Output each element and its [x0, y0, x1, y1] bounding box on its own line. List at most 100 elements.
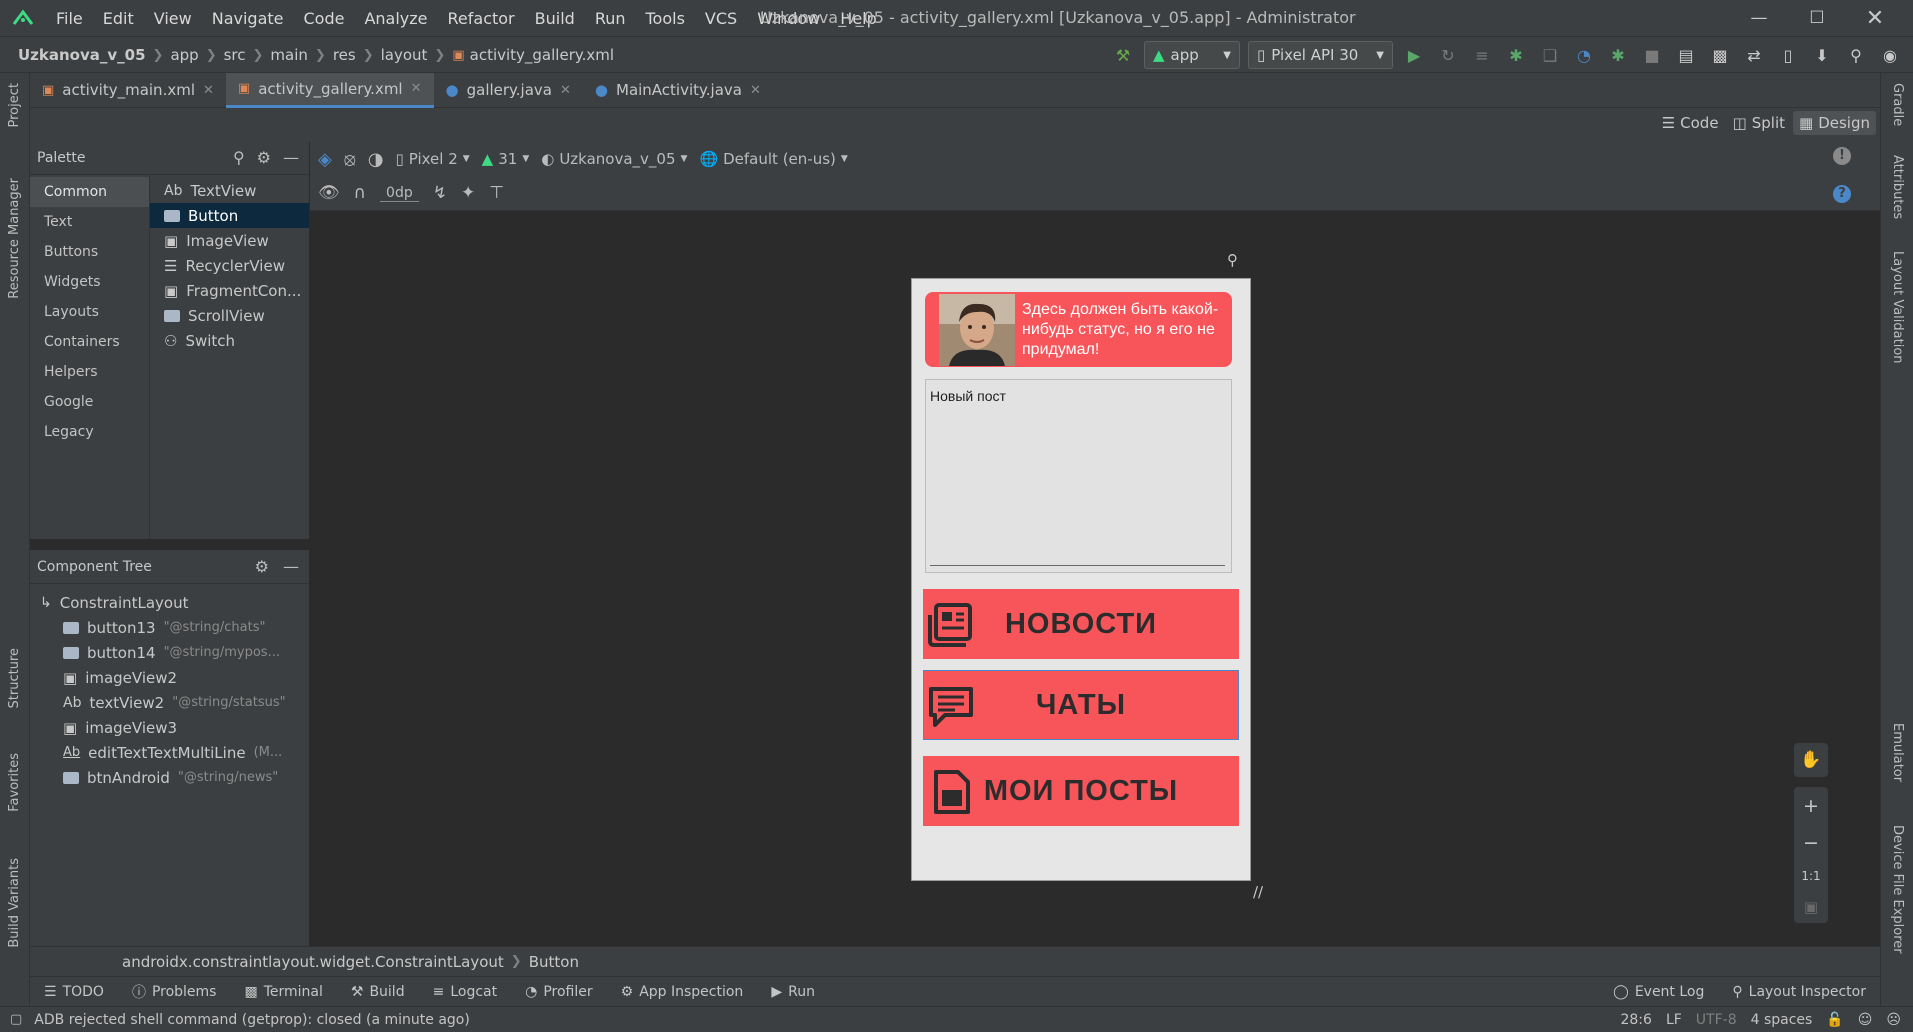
account-icon[interactable]: ◉	[1877, 42, 1903, 68]
indent-setting[interactable]: 4 spaces	[1751, 1012, 1813, 1028]
emulator-tool-window[interactable]: Emulator	[1890, 723, 1905, 782]
hide-panel-icon[interactable]: —	[283, 557, 299, 576]
clear-constraints-icon[interactable]: ↯	[433, 183, 447, 203]
debug-icon[interactable]: ✱	[1503, 42, 1529, 68]
breadcrumb-app[interactable]: app	[170, 46, 198, 64]
palette-category-common[interactable]: Common	[30, 177, 149, 207]
sync-gradle-icon[interactable]: ⇄	[1741, 42, 1767, 68]
palette-category-widgets[interactable]: Widgets	[30, 267, 149, 297]
close-tab-icon[interactable]: ✕	[560, 83, 571, 98]
menu-refactor[interactable]: Refactor	[438, 9, 525, 28]
app-inspection-tool-button[interactable]: ⚙ App Inspection	[607, 984, 758, 1000]
tab-activity-main-xml[interactable]: ▣ activity_main.xml ✕	[30, 73, 226, 108]
zoom-actual-size-button[interactable]: 1:1	[1801, 869, 1820, 883]
tree-node-button14[interactable]: button14 "@string/mypos...	[30, 640, 309, 665]
status-card[interactable]: Здесь должен быть какой-нибудь статус, н…	[925, 292, 1232, 367]
layout-inspector-tool-button[interactable]: ⚲ Layout Inspector	[1718, 984, 1880, 1000]
tree-node-btnandroid[interactable]: btnAndroid "@string/news"	[30, 765, 309, 790]
pan-tool[interactable]: ✋	[1794, 743, 1828, 777]
hammer-icon[interactable]: ⚒	[1110, 42, 1136, 68]
code-mode-button[interactable]: ☰ Code	[1656, 111, 1725, 135]
menu-tools[interactable]: Tools	[636, 9, 695, 28]
todo-tool-button[interactable]: ☰ TODO	[30, 984, 118, 1000]
breadcrumb-file[interactable]: activity_gallery.xml	[470, 46, 614, 64]
zoom-out-icon[interactable]: −	[1803, 832, 1819, 854]
status-message[interactable]: ADB rejected shell command (getprop): cl…	[34, 1012, 470, 1028]
locale-selector[interactable]: 🌐 Default (en-us) ▼	[699, 150, 847, 168]
guidelines-icon[interactable]: ⊤	[489, 183, 504, 203]
sdk-manager-icon[interactable]: ⬇	[1809, 42, 1835, 68]
profile-icon[interactable]: ◔	[1571, 42, 1597, 68]
gradle-tool-window[interactable]: Gradle	[1890, 83, 1905, 126]
menu-edit[interactable]: Edit	[93, 9, 144, 28]
rerun-icon[interactable]: ↻	[1435, 42, 1461, 68]
run-icon[interactable]: ▶	[1401, 42, 1427, 68]
new-post-input[interactable]: Новый пост	[925, 379, 1232, 573]
tree-node-imageview2[interactable]: ▣ imageView2	[30, 665, 309, 690]
palette-category-helpers[interactable]: Helpers	[30, 357, 149, 387]
smiley-icon[interactable]: ☺	[1858, 1012, 1873, 1028]
tree-node-textview2[interactable]: Ab textView2 "@string/statsus"	[30, 690, 309, 715]
device-manager-icon[interactable]: ▯	[1775, 42, 1801, 68]
logcat-tool-button[interactable]: ≡ Logcat	[419, 984, 512, 1000]
structure-tool-window[interactable]: Structure	[7, 648, 22, 708]
menu-build[interactable]: Build	[525, 9, 585, 28]
resource-manager-tool-window[interactable]: Resource Manager	[7, 178, 22, 299]
tree-node-imageview3[interactable]: ▣ imageView3	[30, 715, 309, 740]
theme-selector[interactable]: ◐ Uzkanova_v_05 ▼	[541, 150, 687, 168]
close-tab-icon[interactable]: ✕	[750, 83, 761, 98]
breadcrumb-res[interactable]: res	[333, 46, 356, 64]
hide-panel-icon[interactable]: —	[283, 148, 299, 167]
palette-category-text[interactable]: Text	[30, 207, 149, 237]
help-icon[interactable]: ?	[1833, 185, 1851, 203]
device-select[interactable]: ▯ Pixel API 30 ▼	[1248, 41, 1393, 69]
attach-debugger-icon[interactable]: ❑	[1537, 42, 1563, 68]
breadcrumb-layout[interactable]: layout	[381, 46, 428, 64]
palette-item-recyclerview[interactable]: ☰ RecyclerView	[150, 253, 309, 278]
tree-node-edittext[interactable]: Ab editTextTextMultiLine (M...	[30, 740, 309, 765]
project-structure-icon[interactable]: ▤	[1673, 42, 1699, 68]
design-canvas[interactable]: ⚲ Здесь должен быть какой-нибудь статус,…	[310, 211, 1880, 944]
close-icon[interactable]: ✕	[1846, 0, 1904, 36]
breadcrumb-button[interactable]: Button	[529, 953, 579, 971]
tree-node-constraintlayout[interactable]: ↳ ConstraintLayout	[30, 590, 309, 615]
api-level-selector[interactable]: ▲ 31 ▼	[482, 150, 530, 168]
terminal-tool-button[interactable]: ▩ Terminal	[230, 984, 336, 1000]
toggle-tool-windows-icon[interactable]: ▢	[10, 1012, 22, 1027]
tab-main-activity-java[interactable]: ● MainActivity.java ✕	[583, 73, 773, 108]
file-encoding[interactable]: UTF-8	[1696, 1012, 1737, 1028]
resize-handle-icon[interactable]: ∕∕	[1253, 883, 1263, 901]
orientation-icon[interactable]: ⦻	[344, 149, 356, 170]
sad-icon[interactable]: ☹	[1886, 1012, 1901, 1028]
event-log-tool-button[interactable]: ◯ Event Log	[1599, 984, 1718, 1000]
close-tab-icon[interactable]: ✕	[203, 83, 214, 98]
menu-file[interactable]: File	[46, 9, 93, 28]
minimize-icon[interactable]: —	[1730, 0, 1788, 36]
warning-icon[interactable]: !	[1833, 147, 1851, 165]
palette-item-scrollview[interactable]: ScrollView	[150, 303, 309, 328]
zoom-in-icon[interactable]: +	[1803, 795, 1819, 817]
lock-icon[interactable]: 🔓	[1826, 1012, 1843, 1028]
search-icon[interactable]: ⚲	[233, 148, 245, 167]
palette-item-switch[interactable]: ⚇ Switch	[150, 328, 309, 353]
problems-tool-button[interactable]: ⓘ Problems	[118, 982, 231, 1002]
palette-item-fragmentcontainer[interactable]: ▣ FragmentCon...	[150, 278, 309, 303]
eye-icon[interactable]: 👁	[318, 183, 340, 203]
magnet-icon[interactable]: ∩	[354, 183, 366, 203]
line-separator[interactable]: LF	[1666, 1012, 1682, 1028]
palette-item-textview[interactable]: Ab TextView	[150, 178, 309, 203]
pin-icon[interactable]: ⚲	[1227, 251, 1238, 269]
menu-code[interactable]: Code	[294, 9, 355, 28]
breadcrumb-project[interactable]: Uzkanova_v_05	[18, 46, 146, 64]
menu-view[interactable]: View	[144, 9, 202, 28]
default-margin-field[interactable]: 0dp	[380, 185, 419, 202]
menu-run[interactable]: Run	[585, 9, 636, 28]
palette-category-buttons[interactable]: Buttons	[30, 237, 149, 267]
design-surface-icon[interactable]: ◈	[318, 149, 332, 170]
breadcrumb-constraintlayout[interactable]: androidx.constraintlayout.widget.Constra…	[122, 953, 504, 971]
split-mode-button[interactable]: ◫ Split	[1727, 111, 1791, 135]
tab-activity-gallery-xml[interactable]: ▣ activity_gallery.xml ✕	[225, 72, 434, 108]
device-file-explorer-tool-window[interactable]: Device File Explorer	[1890, 825, 1905, 954]
palette-category-google[interactable]: Google	[30, 387, 149, 417]
apply-changes-icon[interactable]: ≡	[1469, 42, 1495, 68]
